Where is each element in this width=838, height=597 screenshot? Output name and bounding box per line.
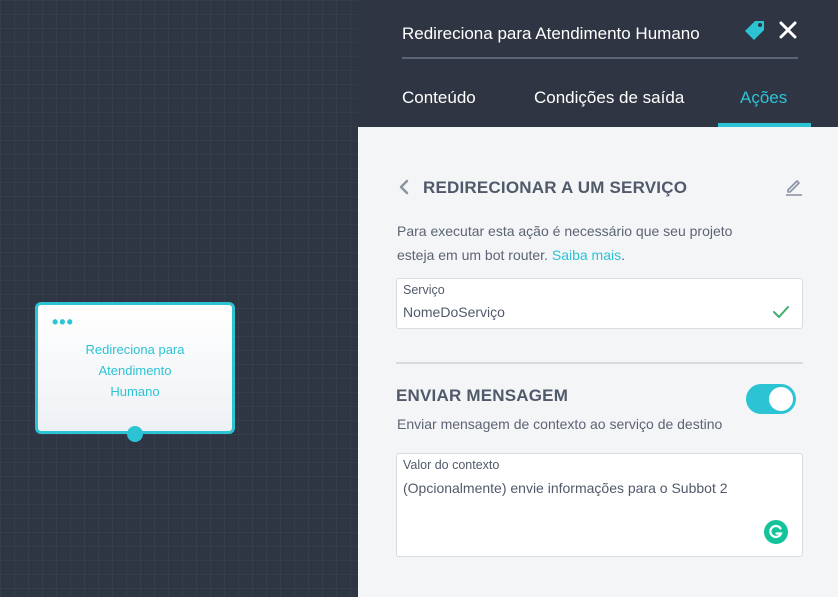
block-title[interactable]: Redireciona para Atendimento Humano [402,24,700,44]
node-menu-icon[interactable]: ••• [52,313,74,331]
service-field[interactable]: Serviço NomeDoServiço [396,278,803,329]
send-message-title: ENVIAR MENSAGEM [396,386,569,405]
action-description-line: Para executar esta ação é necessário que… [397,223,733,239]
back-chevron-icon[interactable] [398,179,410,195]
side-panel: Redireciona para Atendimento Humano Cont… [358,0,838,597]
flow-canvas[interactable]: ••• Redireciona para Atendimento Humano [0,0,358,597]
node-title-line: Humano [110,384,160,399]
tag-icon[interactable] [744,19,766,41]
tab-condicoes-de-saida[interactable]: Condições de saída [534,88,684,108]
check-icon [773,306,789,318]
panel-header: Redireciona para Atendimento Humano Cont… [358,0,838,127]
close-icon[interactable] [778,20,798,40]
title-underline [402,57,798,59]
action-description-text: esteja em um bot router. [397,247,548,263]
context-value-field[interactable]: Valor do contexto (Opcionalmente) envie … [396,453,803,557]
context-field-placeholder[interactable]: (Opcionalmente) envie informações para o… [403,480,728,496]
toggle-knob [769,387,793,411]
service-field-label: Serviço [403,283,445,297]
node-output-handle[interactable] [127,426,143,442]
send-message-toggle[interactable] [746,384,796,414]
tab-conteudo[interactable]: Conteúdo [402,88,476,108]
edit-pencil-icon[interactable] [784,176,804,196]
node-title: Redireciona para Atendimento Humano [58,339,212,402]
tab-acoes[interactable]: Ações [740,88,787,108]
action-description-line: esteja em um bot router. Saiba mais. [397,243,732,267]
learn-more-link[interactable]: Saiba mais [552,247,621,263]
send-message-description: Enviar mensagem de contexto ao serviço d… [397,416,723,432]
link-suffix: . [621,247,626,263]
action-description: Para executar esta ação é necessário que… [397,219,732,267]
node-title-line: Redireciona para [85,342,185,357]
grammarly-icon[interactable] [764,520,788,544]
node-title-line: Atendimento [98,363,172,378]
action-title: REDIRECIONAR A UM SERVIÇO [423,178,688,197]
service-field-value[interactable]: NomeDoServiço [403,304,505,320]
flow-node[interactable]: ••• Redireciona para Atendimento Humano [35,302,235,442]
context-field-label: Valor do contexto [403,458,500,472]
tab-active-indicator [718,123,811,127]
section-divider [396,362,803,364]
